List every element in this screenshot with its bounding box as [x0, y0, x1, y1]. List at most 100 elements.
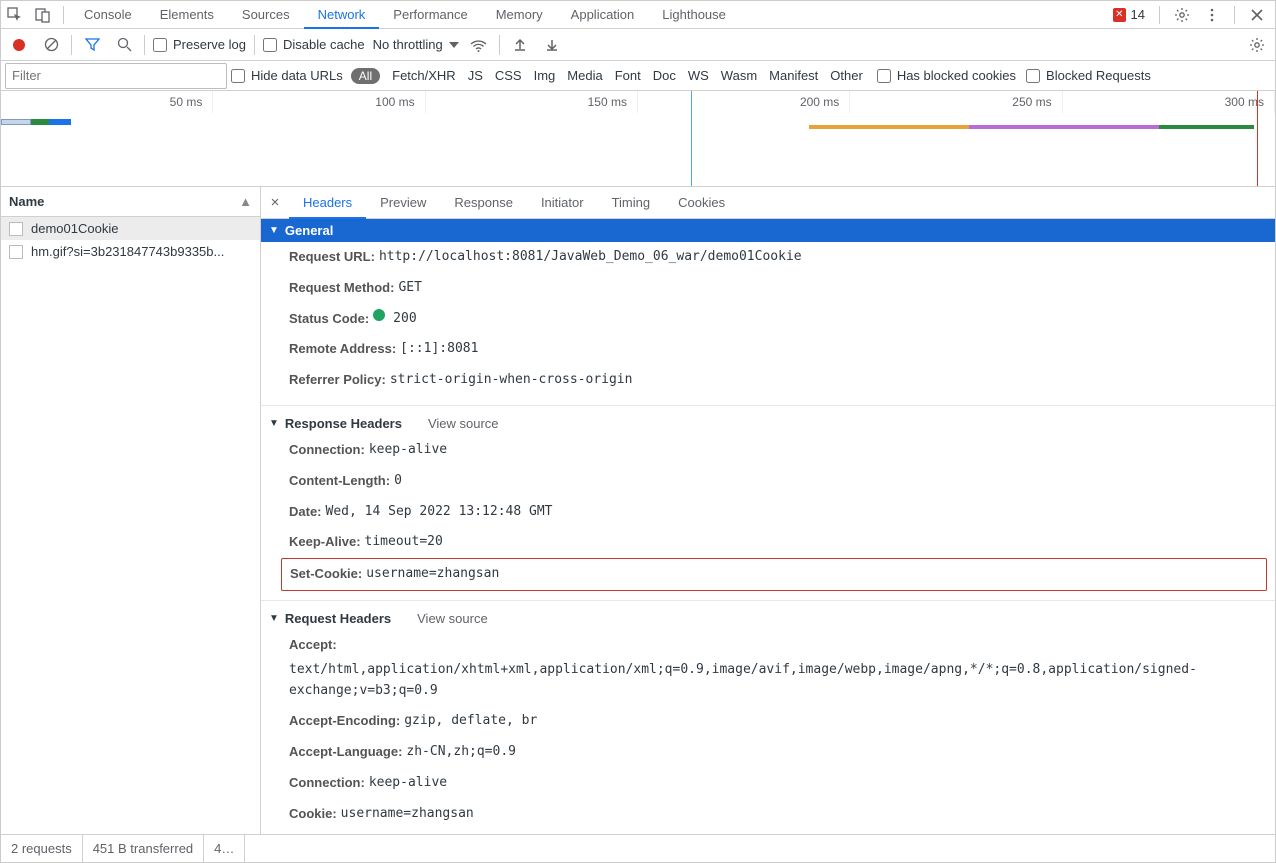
separator [71, 35, 72, 55]
tab-network[interactable]: Network [304, 1, 380, 29]
header-value: 200 [393, 309, 416, 330]
network-main: Name ▲ demo01Cookie hm.gif?si=3b23184774… [1, 187, 1275, 834]
separator [1234, 6, 1235, 24]
separator [1159, 6, 1160, 24]
filter-wasm[interactable]: Wasm [721, 68, 757, 83]
disable-cache-checkbox[interactable]: Disable cache [263, 37, 365, 52]
error-x-icon: ✕ [1113, 8, 1125, 22]
upload-har-icon[interactable] [508, 33, 532, 57]
header-row: Status Code:200 [261, 304, 1275, 335]
waterfall-tick: 100 ms [213, 91, 425, 113]
section-general[interactable]: ▼ General [261, 219, 1275, 242]
headers-panel[interactable]: ▼ General Request URL:http://localhost:8… [261, 219, 1275, 834]
waterfall-overview[interactable]: 50 ms 100 ms 150 ms 200 ms 250 ms 300 ms [1, 91, 1275, 187]
header-value: Wed, 14 Sep 2022 13:12:48 GMT [326, 502, 553, 523]
clear-icon[interactable] [39, 33, 63, 57]
separator [499, 35, 500, 55]
header-row: Remote Address:[::1]:8081 [261, 334, 1275, 365]
filter-font[interactable]: Font [615, 68, 641, 83]
section-response-headers[interactable]: ▼ Response Headers View source [261, 412, 1275, 435]
filter-css[interactable]: CSS [495, 68, 522, 83]
inspect-element-icon[interactable] [1, 1, 29, 29]
filter-manifest[interactable]: Manifest [769, 68, 818, 83]
filter-img[interactable]: Img [534, 68, 556, 83]
throttling-select[interactable]: No throttling [373, 37, 459, 52]
view-source-link[interactable]: View source [428, 416, 499, 431]
detail-tab-preview[interactable]: Preview [366, 187, 440, 219]
header-row: Accept:text/html,application/xhtml+xml,a… [261, 630, 1275, 706]
filter-icon[interactable] [80, 33, 104, 57]
detail-tab-response[interactable]: Response [440, 187, 527, 219]
device-toggle-icon[interactable] [29, 1, 57, 29]
blocked-requests-checkbox[interactable]: Blocked Requests [1026, 68, 1151, 83]
filter-all[interactable]: All [351, 68, 380, 84]
blocked-cookies-checkbox[interactable]: Has blocked cookies [877, 68, 1016, 83]
header-value: keep-alive [369, 440, 447, 461]
separator [63, 6, 64, 24]
header-key: Keep-Alive: [289, 532, 361, 553]
error-count-badge[interactable]: ✕ 14 [1107, 7, 1151, 22]
tab-application[interactable]: Application [557, 1, 649, 29]
record-button[interactable] [7, 33, 31, 57]
tab-performance[interactable]: Performance [379, 1, 481, 29]
blocked-cookies-label: Has blocked cookies [897, 68, 1016, 83]
header-row: Connection:keep-alive [261, 768, 1275, 799]
filter-input[interactable] [5, 63, 227, 89]
filter-ws[interactable]: WS [688, 68, 709, 83]
header-value: GET [398, 278, 421, 299]
header-row: Content-Length:0 [261, 466, 1275, 497]
filter-media[interactable]: Media [567, 68, 602, 83]
view-source-link[interactable]: View source [417, 611, 488, 626]
tab-console[interactable]: Console [70, 1, 146, 29]
chevron-down-icon [449, 42, 459, 48]
section-request-headers[interactable]: ▼ Request Headers View source [261, 607, 1275, 630]
sort-arrow-icon: ▲ [239, 187, 252, 217]
tab-memory[interactable]: Memory [482, 1, 557, 29]
header-value: timeout=20 [365, 532, 443, 553]
request-row[interactable]: hm.gif?si=3b231847743b9335b... [1, 240, 260, 263]
header-value: keep-alive [369, 773, 447, 794]
waterfall-tick: 200 ms [638, 91, 850, 113]
detail-tab-initiator[interactable]: Initiator [527, 187, 598, 219]
detail-tab-headers[interactable]: Headers [289, 187, 366, 219]
search-icon[interactable] [112, 33, 136, 57]
name-column-header[interactable]: Name ▲ [1, 187, 260, 217]
header-row: Accept-Encoding:gzip, deflate, br [261, 706, 1275, 737]
tab-lighthouse[interactable]: Lighthouse [648, 1, 740, 29]
header-key: Remote Address: [289, 339, 396, 360]
header-value: username=zhangsan [341, 804, 474, 825]
detail-tab-cookies[interactable]: Cookies [664, 187, 739, 219]
waterfall-bars [1, 117, 1275, 131]
header-key: Connection: [289, 440, 365, 461]
header-key: Date: [289, 502, 322, 523]
status-bar: 2 requests 451 B transferred 4… [1, 834, 1275, 862]
hide-data-urls-checkbox[interactable]: Hide data URLs [231, 68, 343, 83]
tab-sources[interactable]: Sources [228, 1, 304, 29]
download-har-icon[interactable] [540, 33, 564, 57]
network-conditions-icon[interactable] [467, 33, 491, 57]
gear-icon[interactable] [1168, 1, 1196, 29]
close-detail-icon[interactable]: × [261, 194, 289, 211]
header-key: Request URL: [289, 247, 375, 268]
header-row: Date:Wed, 14 Sep 2022 13:12:48 GMT [261, 497, 1275, 528]
request-detail: × Headers Preview Response Initiator Tim… [261, 187, 1275, 834]
filter-js[interactable]: JS [468, 68, 483, 83]
filter-other[interactable]: Other [830, 68, 863, 83]
header-key: Request Method: [289, 278, 394, 299]
detail-tab-timing[interactable]: Timing [598, 187, 665, 219]
panel-gear-icon[interactable] [1245, 33, 1269, 57]
request-row[interactable]: demo01Cookie [1, 217, 260, 240]
section-divider [261, 396, 1275, 406]
kebab-menu-icon[interactable] [1198, 1, 1226, 29]
filter-fetchxhr[interactable]: Fetch/XHR [392, 68, 456, 83]
close-icon[interactable] [1243, 1, 1271, 29]
filter-doc[interactable]: Doc [653, 68, 676, 83]
load-line [1257, 91, 1258, 186]
error-count: 14 [1131, 7, 1145, 22]
header-row: Set-Cookie:username=zhangsan [281, 558, 1267, 591]
header-value: text/html,application/xhtml+xml,applicat… [289, 660, 1267, 702]
preserve-log-checkbox[interactable]: Preserve log [153, 37, 246, 52]
tab-elements[interactable]: Elements [146, 1, 228, 29]
waterfall-bar [1, 119, 31, 125]
status-requests: 2 requests [1, 835, 83, 862]
